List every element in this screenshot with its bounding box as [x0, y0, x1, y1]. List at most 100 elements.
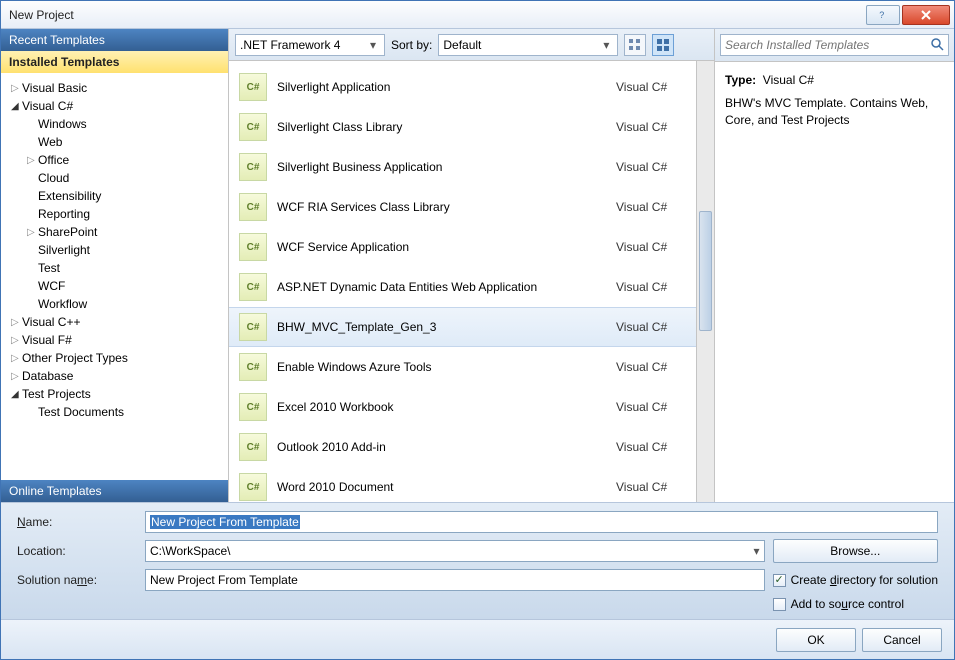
template-icon: C#: [239, 233, 267, 261]
tree-collapsed-icon: ▷: [11, 83, 22, 94]
template-name: Outlook 2010 Add-in: [277, 440, 616, 454]
template-row[interactable]: C#WCF Service ApplicationVisual C#: [229, 227, 696, 267]
tree-item[interactable]: ▷Database: [5, 367, 224, 385]
view-medium-icons-button[interactable]: [652, 34, 674, 56]
create-directory-checkbox[interactable]: [773, 574, 786, 587]
framework-combo[interactable]: .NET Framework 4 ▾: [235, 34, 385, 56]
scrollbar-thumb[interactable]: [699, 211, 712, 331]
tree-collapsed-icon: ▷: [27, 155, 38, 166]
search-input[interactable]: [725, 38, 930, 52]
template-row[interactable]: C#Enable Windows Azure ToolsVisual C#: [229, 347, 696, 387]
template-icon: C#: [239, 113, 267, 141]
view-small-icons-button[interactable]: [624, 34, 646, 56]
solution-name-input[interactable]: [150, 573, 760, 587]
tree-item[interactable]: ▷Visual C++: [5, 313, 224, 331]
template-icon: C#: [239, 433, 267, 461]
tree-item-label: Other Project Types: [22, 351, 128, 365]
template-icon: C#: [239, 153, 267, 181]
template-row[interactable]: C#Silverlight Class LibraryVisual C#: [229, 107, 696, 147]
online-templates-header[interactable]: Online Templates: [1, 480, 228, 502]
template-type-row: Type: Visual C#: [725, 72, 944, 89]
tree-item[interactable]: WCF: [5, 277, 224, 295]
help-button[interactable]: ?: [866, 5, 900, 25]
sortby-label: Sort by:: [391, 38, 432, 52]
sortby-combo[interactable]: Default ▾: [438, 34, 618, 56]
tree-collapsed-icon: ▷: [11, 371, 22, 382]
search-icon[interactable]: [930, 37, 944, 54]
tree-item[interactable]: Extensibility: [5, 187, 224, 205]
name-input-value[interactable]: New Project From Template: [150, 515, 300, 529]
add-source-control-checkbox[interactable]: [773, 598, 786, 611]
template-list-container: C#Silverlight ApplicationVisual C#C#Silv…: [229, 61, 714, 502]
tree-item[interactable]: Windows: [5, 115, 224, 133]
template-description: Type: Visual C# BHW's MVC Template. Cont…: [715, 62, 954, 138]
template-row[interactable]: C# Outlook 2010 Add-inVisual C#: [229, 427, 696, 467]
tree-item[interactable]: ▷Office: [5, 151, 224, 169]
name-input-wrapper[interactable]: New Project From Template: [145, 511, 938, 533]
tree-item[interactable]: ▷Other Project Types: [5, 349, 224, 367]
template-language: Visual C#: [616, 440, 686, 454]
installed-templates-header[interactable]: Installed Templates: [1, 51, 228, 73]
template-name: Silverlight Business Application: [277, 160, 616, 174]
template-row[interactable]: C#Excel 2010 WorkbookVisual C#: [229, 387, 696, 427]
template-icon: C#: [239, 313, 267, 341]
tree-item[interactable]: ▷Visual F#: [5, 331, 224, 349]
template-language: Visual C#: [616, 320, 686, 334]
template-row[interactable]: C#Silverlight Business ApplicationVisual…: [229, 147, 696, 187]
tree-item-label: SharePoint: [38, 225, 97, 239]
tree-item[interactable]: ▷Visual Basic: [5, 79, 224, 97]
solution-name-input-wrapper[interactable]: [145, 569, 765, 591]
tree-item[interactable]: Silverlight: [5, 241, 224, 259]
add-source-control-row[interactable]: Add to source control: [773, 597, 938, 611]
tree-item[interactable]: Reporting: [5, 205, 224, 223]
sidebar: Recent Templates Installed Templates ▷Vi…: [1, 29, 229, 502]
tree-item[interactable]: Workflow: [5, 295, 224, 313]
search-box[interactable]: [720, 34, 949, 56]
location-label: Location:: [17, 544, 137, 558]
tree-item[interactable]: ◢Test Projects: [5, 385, 224, 403]
ok-button[interactable]: OK: [776, 628, 856, 652]
tree-item-label: Cloud: [38, 171, 69, 185]
cancel-button[interactable]: Cancel: [862, 628, 942, 652]
tree-item-label: Windows: [38, 117, 87, 131]
location-input[interactable]: [150, 544, 754, 558]
svg-text:?: ?: [879, 10, 884, 20]
browse-button[interactable]: Browse...: [773, 539, 938, 563]
browse-button-label: Browse...: [830, 544, 880, 558]
recent-templates-header[interactable]: Recent Templates: [1, 29, 228, 51]
chevron-down-icon[interactable]: ▾: [754, 544, 760, 558]
template-row[interactable]: C#BHW_MVC_Template_Gen_3Visual C#: [229, 307, 696, 347]
template-category-tree: ▷Visual Basic◢Visual C# Windows Web▷Office…: [1, 73, 228, 480]
tree-item[interactable]: Test: [5, 259, 224, 277]
template-row[interactable]: C#Silverlight ApplicationVisual C#: [229, 67, 696, 107]
solution-name-label: Solution name:: [17, 573, 137, 587]
template-description-text: BHW's MVC Template. Contains Web, Core, …: [725, 95, 944, 129]
create-directory-row[interactable]: Create directory for solution: [773, 573, 938, 587]
tree-item-label: Extensibility: [38, 189, 101, 203]
tree-collapsed-icon: ▷: [11, 353, 22, 364]
framework-combo-value: .NET Framework 4: [240, 38, 366, 52]
scrollbar[interactable]: [696, 61, 714, 502]
template-row[interactable]: C#Word 2010 DocumentVisual C#: [229, 467, 696, 502]
template-icon: C#: [239, 73, 267, 101]
template-row[interactable]: C#WCF RIA Services Class LibraryVisual C…: [229, 187, 696, 227]
template-name: Word 2010 Document: [277, 480, 616, 494]
tree-item[interactable]: ▷SharePoint: [5, 223, 224, 241]
template-list: C#Silverlight ApplicationVisual C#C#Silv…: [229, 61, 696, 502]
add-source-control-label: Add to source control: [791, 597, 904, 611]
template-row[interactable]: C#ASP.NET Dynamic Data Entities Web Appl…: [229, 267, 696, 307]
chevron-down-icon: ▾: [366, 38, 380, 52]
template-language: Visual C#: [616, 200, 686, 214]
main-area: Recent Templates Installed Templates ▷Vi…: [1, 29, 954, 503]
template-language: Visual C#: [616, 360, 686, 374]
tree-item[interactable]: ◢Visual C#: [5, 97, 224, 115]
tree-collapsed-icon: ▷: [11, 317, 22, 328]
tree-item[interactable]: Web: [5, 133, 224, 151]
template-name: Silverlight Class Library: [277, 120, 616, 134]
location-combo[interactable]: ▾: [145, 540, 765, 562]
close-button[interactable]: [902, 5, 950, 25]
dialog-footer: OK Cancel: [1, 619, 954, 659]
tree-item[interactable]: Test Documents: [5, 403, 224, 421]
tree-item-label: Database: [22, 369, 73, 383]
tree-item[interactable]: Cloud: [5, 169, 224, 187]
